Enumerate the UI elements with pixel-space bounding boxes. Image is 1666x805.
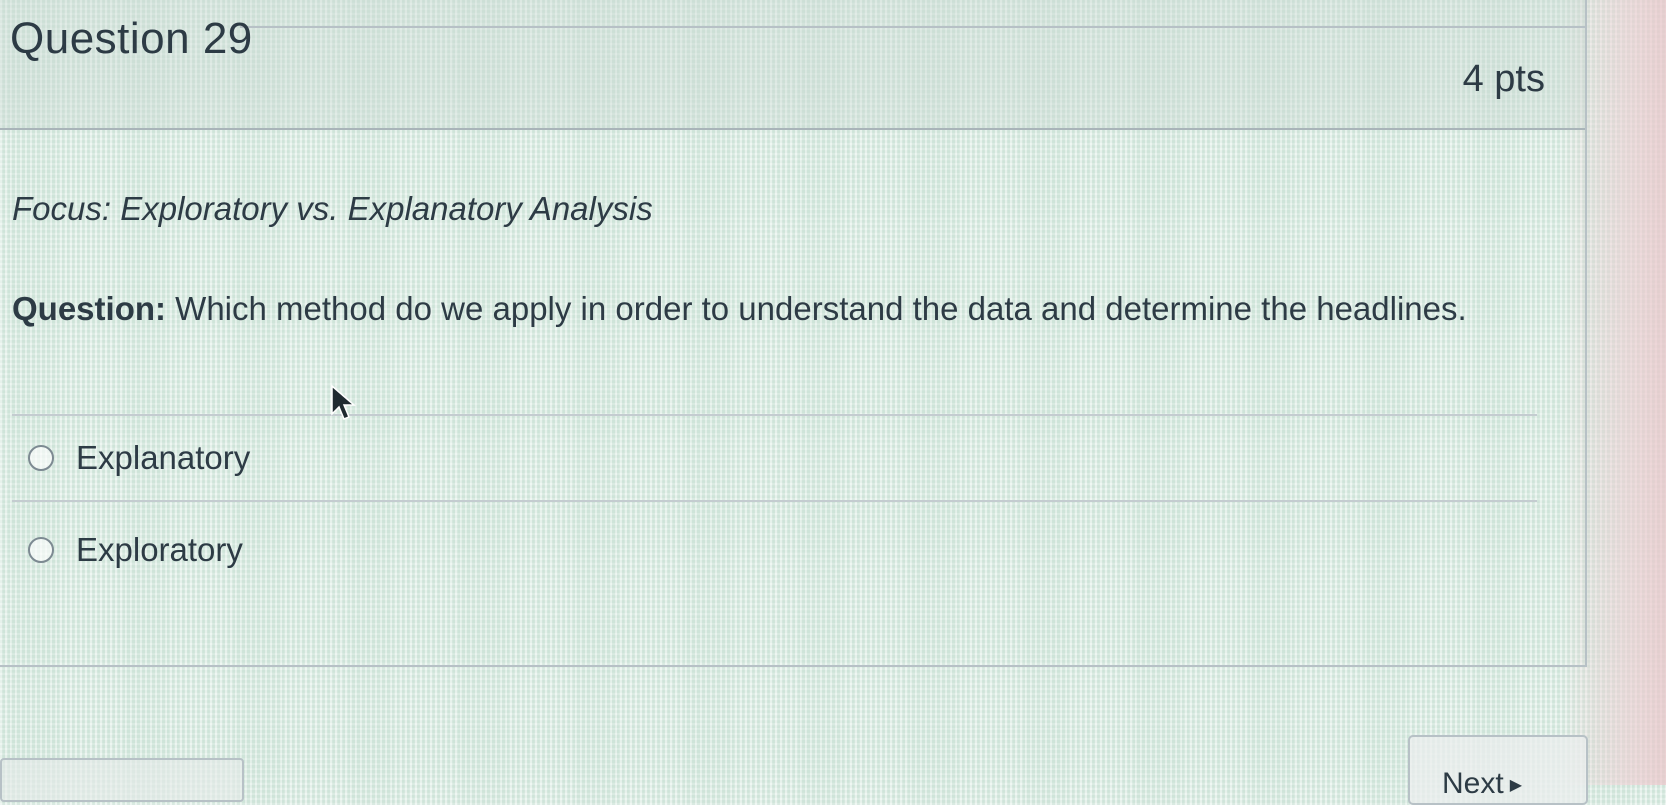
question-prompt-text: Which method do we apply in order to und… xyxy=(166,290,1467,327)
header-divider xyxy=(240,26,1585,28)
question-header: Question 29 4 pts xyxy=(0,0,1585,130)
previous-button[interactable] xyxy=(0,758,244,802)
answer-label: Exploratory xyxy=(76,531,243,568)
answer-option-exploratory[interactable]: Exploratory xyxy=(28,528,243,572)
radio-button[interactable] xyxy=(28,445,54,471)
question-focus: Focus: Exploratory vs. Explanatory Analy… xyxy=(12,190,653,227)
answer-label: Explanatory xyxy=(76,439,251,476)
next-button[interactable]: Next ▶ xyxy=(1408,735,1588,805)
mouse-cursor-icon xyxy=(331,384,357,420)
answer-divider xyxy=(12,500,1537,502)
triangle-right-icon: ▶ xyxy=(1509,777,1522,795)
answer-option-explanatory[interactable]: Explanatory xyxy=(28,436,250,480)
radio-button[interactable] xyxy=(28,537,54,563)
question-prompt-label: Question: xyxy=(12,290,166,327)
next-button-label: Next xyxy=(1442,767,1504,800)
question-prompt: Question: Which method do we apply in or… xyxy=(12,283,1512,335)
question-title: Question 29 xyxy=(10,14,253,63)
question-card: Question 29 4 pts Focus: Exploratory vs.… xyxy=(0,0,1587,667)
question-points: 4 pts xyxy=(1462,58,1545,100)
answer-divider xyxy=(12,414,1537,416)
